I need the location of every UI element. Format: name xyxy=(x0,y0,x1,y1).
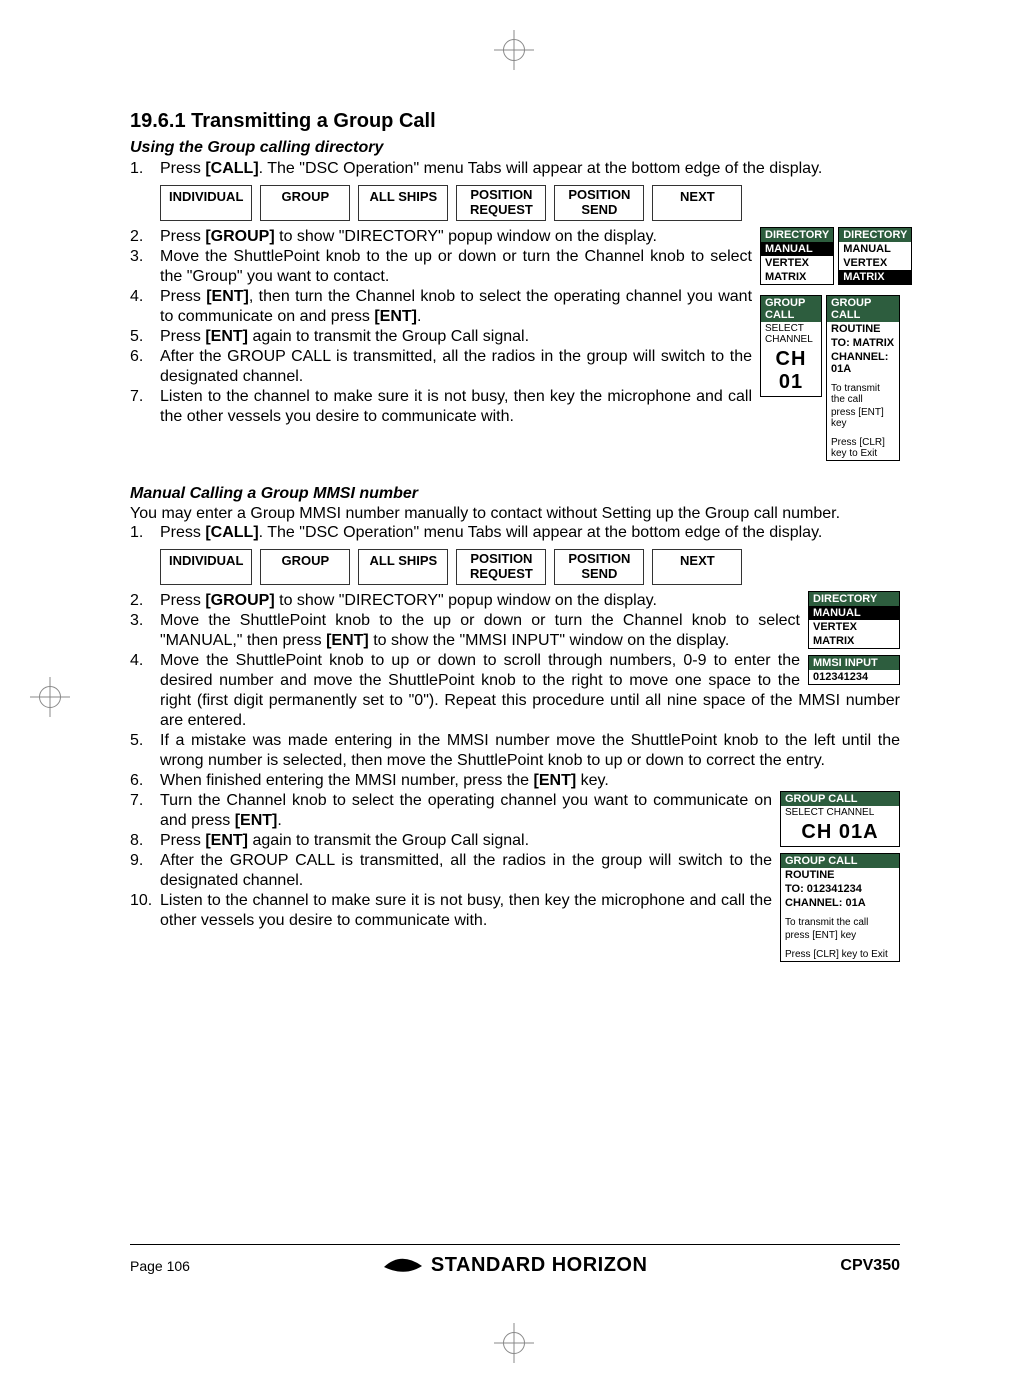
brand-text: STANDARD HORIZON xyxy=(431,1254,648,1277)
tab-all-ships-2: ALL SHIPS xyxy=(358,549,448,585)
step-2-1: Press [CALL]. The "DSC Operation" menu T… xyxy=(130,523,900,543)
step-1-5: Press [ENT] again to transmit the Group … xyxy=(130,327,900,347)
tab-position-send-2: POSITIONSEND xyxy=(554,549,644,585)
tab-individual-2: INDIVIDUAL xyxy=(160,549,252,585)
subheading-manual: Manual Calling a Group MMSI number xyxy=(130,485,900,503)
step-2-10: Listen to the channel to make sure it is… xyxy=(130,891,900,931)
tab-position-request-2: POSITIONREQUEST xyxy=(456,549,546,585)
registration-mark-left xyxy=(30,677,70,717)
tab-position-request: POSITIONREQUEST xyxy=(456,185,546,221)
step-1-4: Press [ENT], then turn the Channel knob … xyxy=(130,287,900,327)
clr-exit-1: Press [CLR] key to Exit xyxy=(827,436,899,460)
step-2-5: If a mistake was made entering in the MM… xyxy=(130,731,900,771)
swoosh-icon xyxy=(383,1255,423,1277)
tab-row-2: INDIVIDUAL GROUP ALL SHIPS POSITIONREQUE… xyxy=(160,549,900,585)
step-1-6: After the GROUP CALL is transmitted, all… xyxy=(130,347,900,387)
registration-mark-top xyxy=(494,30,534,70)
tab-next: NEXT xyxy=(652,185,742,221)
tab-all-ships: ALL SHIPS xyxy=(358,185,448,221)
step-2-4: Move the ShuttlePoint knob to up or down… xyxy=(130,651,900,731)
step-1-2: Press [GROUP] to show "DIRECTORY" popup … xyxy=(130,227,900,247)
tab-individual: INDIVIDUAL xyxy=(160,185,252,221)
step-2-3: Move the ShuttlePoint knob to the up or … xyxy=(130,611,900,651)
step-1-7: Listen to the channel to make sure it is… xyxy=(130,387,900,427)
brand-logo: STANDARD HORIZON xyxy=(383,1254,648,1277)
step-1-3: Move the ShuttlePoint knob to the up or … xyxy=(130,247,900,287)
step-2-8: Press [ENT] again to transmit the Group … xyxy=(130,831,900,851)
step-2-6: When finished entering the MMSI number, … xyxy=(130,771,900,791)
part2-intro: You may enter a Group MMSI number manual… xyxy=(130,505,900,523)
page-number: Page 106 xyxy=(130,1258,190,1274)
tab-row-1: INDIVIDUAL GROUP ALL SHIPS POSITIONREQUE… xyxy=(160,185,900,221)
subheading-directory: Using the Group calling directory xyxy=(130,139,900,157)
tab-group: GROUP xyxy=(260,185,350,221)
step-2-7: Turn the Channel knob to select the oper… xyxy=(130,791,900,831)
step-2-2: Press [GROUP] to show "DIRECTORY" popup … xyxy=(130,591,900,611)
step-1-1: Press [CALL]. The "DSC Operation" menu T… xyxy=(130,159,900,179)
registration-mark-bottom xyxy=(494,1323,534,1363)
tab-next-2: NEXT xyxy=(652,549,742,585)
step-2-9: After the GROUP CALL is transmitted, all… xyxy=(130,851,900,891)
page-footer: Page 106 STANDARD HORIZON CPV350 xyxy=(130,1244,900,1280)
tab-group-2: GROUP xyxy=(260,549,350,585)
model-number: CPV350 xyxy=(840,1257,900,1275)
clr-exit-2: Press [CLR] key to Exit xyxy=(781,948,899,961)
tab-position-send: POSITIONSEND xyxy=(554,185,644,221)
section-heading: 19.6.1 Transmitting a Group Call xyxy=(130,110,900,133)
